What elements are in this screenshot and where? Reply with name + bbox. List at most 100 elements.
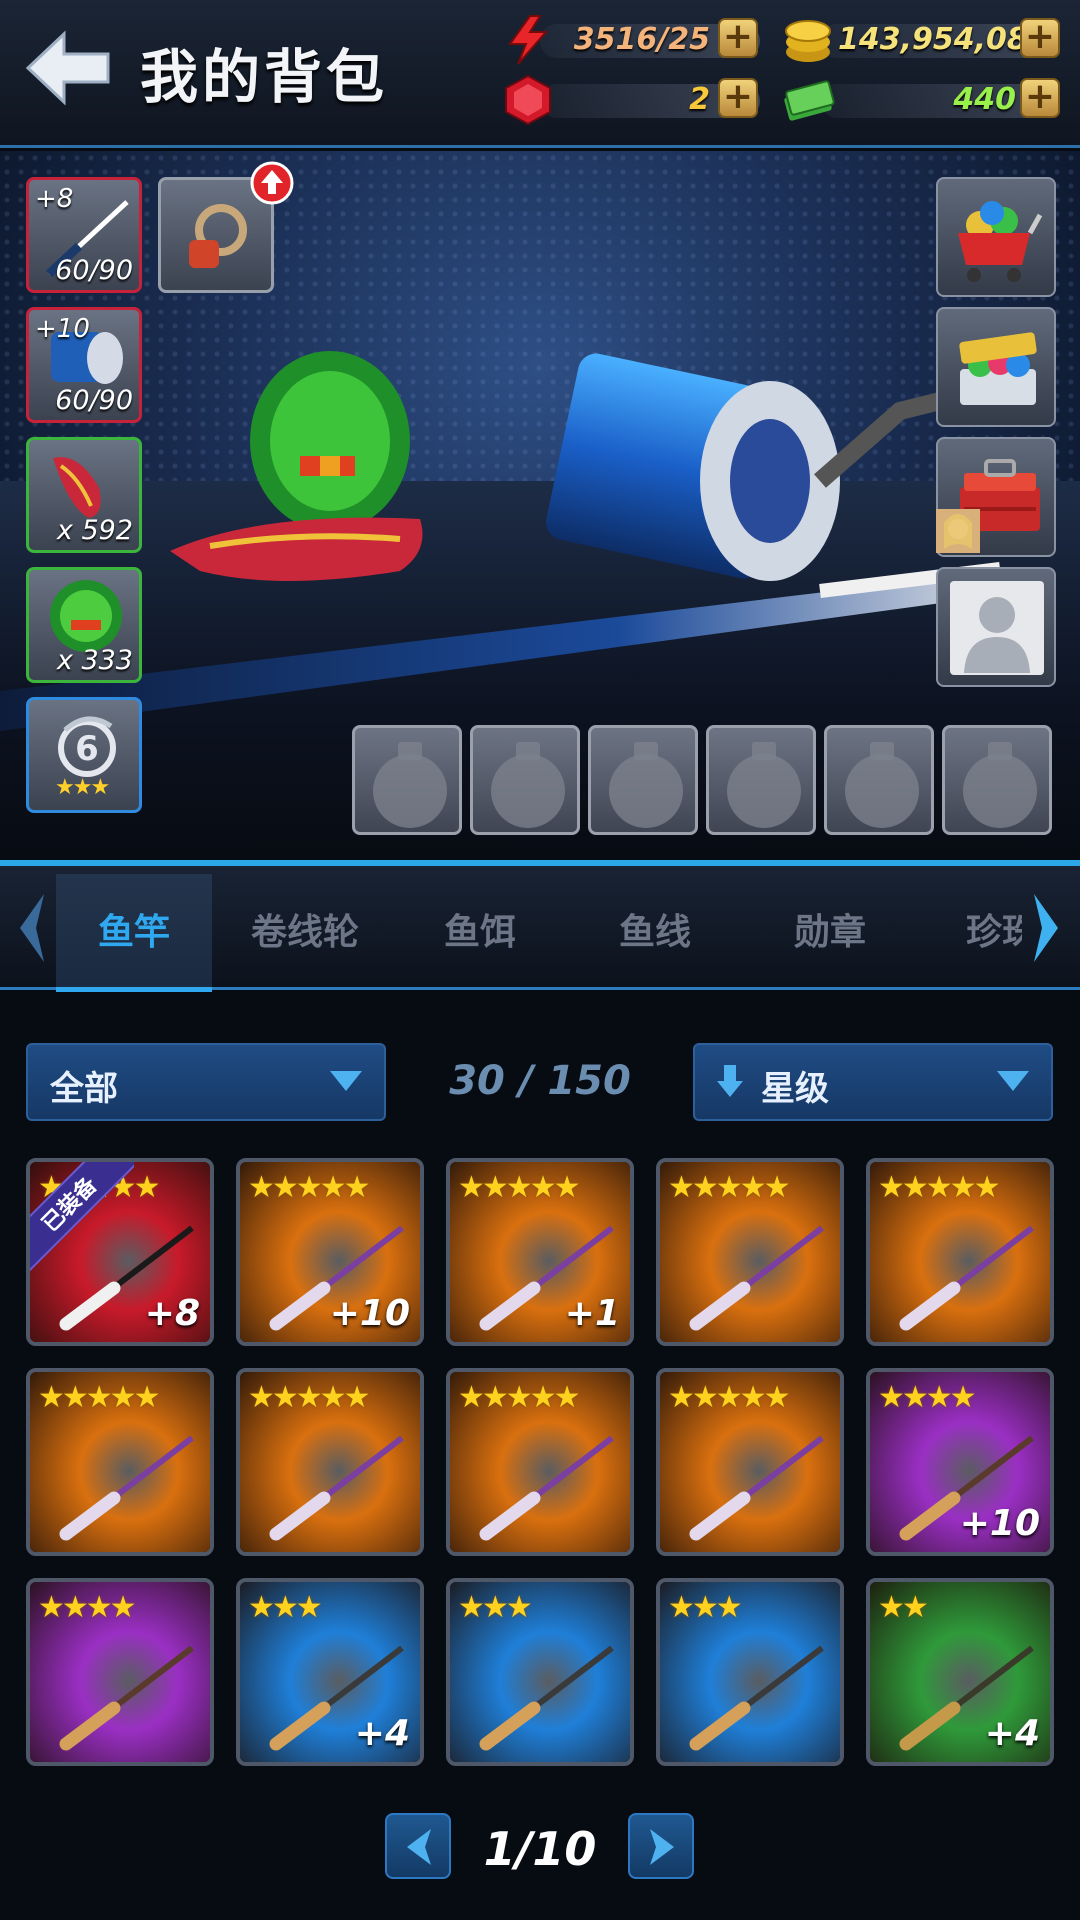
fishing-rod-icon: [689, 1435, 824, 1541]
inventory-item[interactable]: ★★★★★ +10: [236, 1158, 424, 1346]
chevron-left-icon: [407, 1829, 431, 1865]
equipment-preview: +8 60/90 +10 60/90 x 592 x 333 6 ★★★: [0, 151, 1080, 861]
fishing-rod-icon: [59, 1645, 194, 1751]
inventory-item[interactable]: ★★★★: [26, 1578, 214, 1766]
item-level: +10: [329, 1293, 410, 1334]
tab-pearl[interactable]: 珍珠: [940, 874, 1022, 992]
equip-slot-reel[interactable]: +10 60/90: [26, 307, 142, 423]
item-level: +10: [959, 1503, 1040, 1544]
slot-durability: 60/90: [55, 255, 133, 286]
cash-stack-icon: [784, 80, 835, 121]
toolbox-button[interactable]: [936, 437, 1056, 557]
inventory-item[interactable]: ★★★ +4: [236, 1578, 424, 1766]
potion-slot[interactable]: [588, 725, 698, 835]
inventory-item[interactable]: ★★★★★: [236, 1368, 424, 1556]
cash-counter: 440 +: [780, 74, 1060, 126]
inventory-item[interactable]: ★★★★★ +1: [446, 1158, 634, 1346]
item-stars: ★★★★★: [458, 1380, 580, 1415]
category-tabs: 鱼竿 卷线轮 鱼饵 鱼线 勋章 珍珠: [0, 860, 1080, 992]
item-stars: ★★★★★: [248, 1380, 370, 1415]
category-filter-dropdown[interactable]: 全部: [26, 1043, 386, 1121]
sort-value: 星级: [761, 1069, 829, 1109]
marlin-medal-icon: 6: [58, 716, 116, 777]
item-stars: ★★★★★: [668, 1170, 790, 1205]
slot-durability: 60/90: [55, 385, 133, 416]
tab-lure[interactable]: 鱼饵: [410, 874, 550, 992]
item-stars: ★★★: [668, 1590, 743, 1625]
potion-bottle-icon: [491, 754, 565, 828]
inventory-item[interactable]: ★★★★★: [656, 1158, 844, 1346]
inventory-item[interactable]: ★★★★★: [866, 1158, 1054, 1346]
item-stars: ★★★★: [878, 1380, 977, 1415]
tab-reel[interactable]: 卷线轮: [230, 874, 380, 992]
profile-button[interactable]: [936, 567, 1056, 687]
gem-value: 2: [689, 82, 710, 117]
inventory-item[interactable]: ★★★: [656, 1578, 844, 1766]
tab-medal[interactable]: 勋章: [760, 874, 900, 992]
upgrade-arrow-icon: [250, 161, 294, 205]
inventory-item[interactable]: ★★★★★: [26, 1368, 214, 1556]
gold-coins-icon: [785, 20, 831, 62]
gem-counter: 2 +: [500, 74, 760, 126]
gold-counter: 143,954,087 +: [780, 14, 1060, 66]
character-portrait-icon: [936, 509, 980, 553]
category-filter-value: 全部: [50, 1069, 118, 1109]
energy-counter: 3516/25 +: [500, 14, 760, 66]
back-arrow-icon[interactable]: [22, 28, 114, 108]
item-stars: ★★★: [458, 1590, 533, 1625]
item-level: +8: [144, 1293, 200, 1334]
shop-cart-button[interactable]: [936, 177, 1056, 297]
page-indicator: 1/10: [483, 1822, 597, 1876]
fishing-rod-icon: [269, 1435, 404, 1541]
equip-slot-rod[interactable]: +8 60/90: [26, 177, 142, 293]
fishing-rod-icon: [59, 1435, 194, 1541]
tab-rod[interactable]: 鱼竿: [56, 874, 212, 992]
item-stars: ★★★★★: [668, 1380, 790, 1415]
fishing-rod-icon: [689, 1225, 824, 1331]
fishing-rod-icon: [479, 1645, 614, 1751]
tab-scroll-right-icon[interactable]: [1030, 890, 1064, 966]
lightning-icon: [508, 15, 549, 65]
prev-page-button[interactable]: [385, 1813, 451, 1879]
add-energy-button[interactable]: +: [718, 18, 758, 58]
inventory-item[interactable]: ★★ +4: [866, 1578, 1054, 1766]
next-page-button[interactable]: [628, 1813, 694, 1879]
inventory-item[interactable]: ★★★★★: [446, 1368, 634, 1556]
tab-scroll-left-icon[interactable]: [14, 890, 48, 966]
equip-slot-lure[interactable]: x 592: [26, 437, 142, 553]
add-cash-button[interactable]: +: [1020, 78, 1060, 118]
slot-level: +10: [35, 314, 90, 344]
inventory-item[interactable]: ★★★★ +10: [866, 1368, 1054, 1556]
tab-line[interactable]: 鱼线: [585, 874, 725, 992]
item-stars: ★★★★★: [458, 1170, 580, 1205]
gold-value: 143,954,087: [838, 22, 1049, 57]
medal-stars: ★★★: [55, 775, 110, 800]
inventory-item[interactable]: ★★★★★: [656, 1368, 844, 1556]
add-gold-button[interactable]: +: [1020, 18, 1060, 58]
potion-slot[interactable]: [470, 725, 580, 835]
item-level: +1: [564, 1293, 620, 1334]
equip-slot-line[interactable]: x 333: [26, 567, 142, 683]
potion-slot[interactable]: [706, 725, 816, 835]
potion-slot[interactable]: [942, 725, 1052, 835]
cash-value: 440: [953, 82, 1016, 117]
potion-slot[interactable]: [352, 725, 462, 835]
add-gems-button[interactable]: +: [718, 78, 758, 118]
user-silhouette-icon: [964, 597, 1030, 673]
inventory-item[interactable]: ★★★: [446, 1578, 634, 1766]
potion-slot[interactable]: [824, 725, 934, 835]
equipped-label: 已装备: [30, 1162, 134, 1272]
energy-value: 3516/25: [573, 22, 710, 57]
slot-count: x 333: [56, 645, 133, 676]
item-stars: ★★★★★: [248, 1170, 370, 1205]
sort-dropdown[interactable]: 星级: [693, 1043, 1053, 1121]
open-box-icon: [959, 332, 1037, 405]
potion-bottle-icon: [845, 754, 919, 828]
item-stars: ★★★★★: [38, 1380, 160, 1415]
potion-bottle-icon: [963, 754, 1037, 828]
inventory-item[interactable]: ★★★★★+8已装备: [26, 1158, 214, 1346]
equip-slot-medal[interactable]: 6 ★★★: [26, 697, 142, 813]
item-stars: ★★★: [248, 1590, 323, 1625]
shopping-cart-icon: [958, 201, 1043, 282]
tackle-box-button[interactable]: [936, 307, 1056, 427]
